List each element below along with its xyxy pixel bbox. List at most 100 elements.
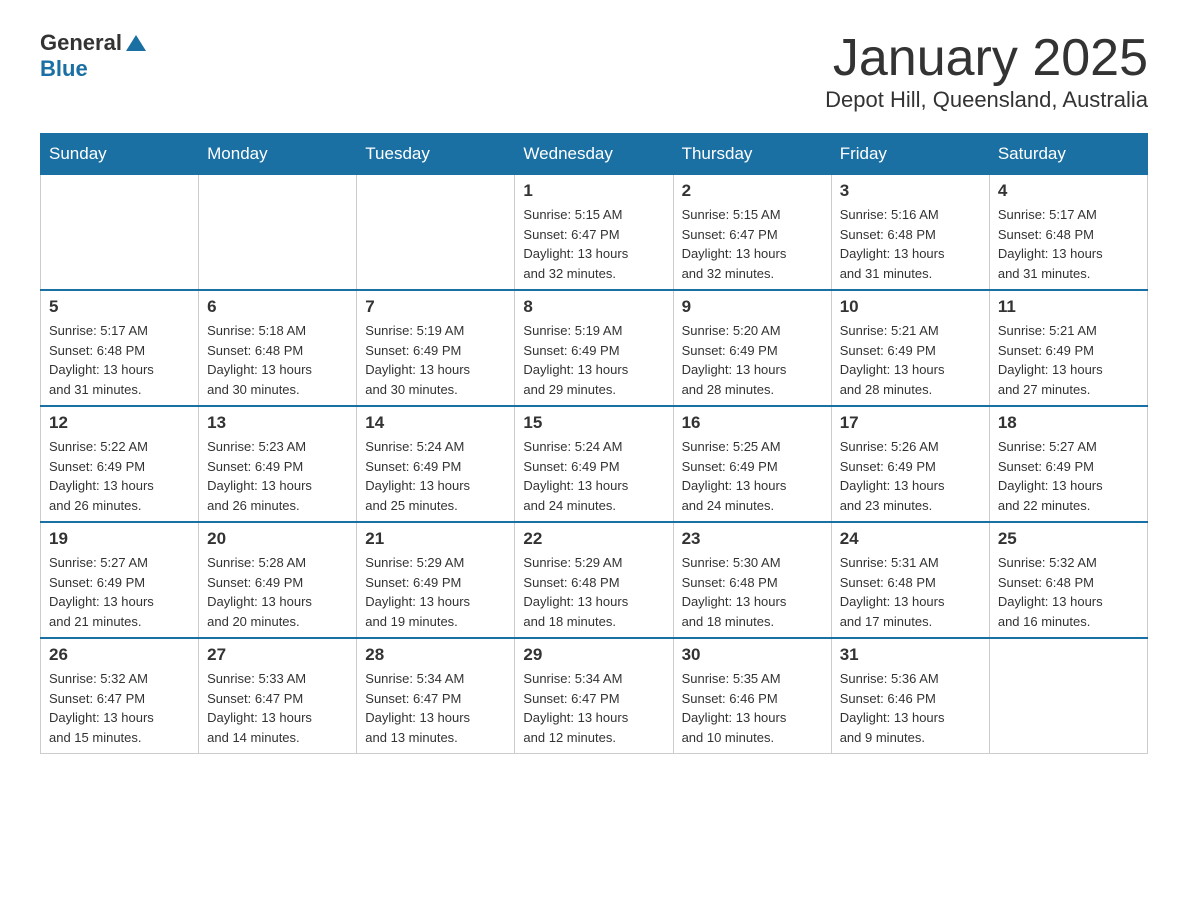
calendar-cell: 24 Sunrise: 5:31 AMSunset: 6:48 PMDayligh… [831,522,989,638]
day-header-monday: Monday [199,134,357,175]
day-info: Sunrise: 5:16 AMSunset: 6:48 PMDaylight:… [840,205,981,283]
day-number: 28 [365,645,506,665]
calendar-cell: 1Sunrise: 5:15 AMSunset: 6:47 PMDaylight… [515,175,673,291]
calendar-cell: 18Sunrise: 5:27 AMSunset: 6:49 PMDayligh… [989,406,1147,522]
calendar-cell: 10 Sunrise: 5:21 AMSunset: 6:49 PMDayligh… [831,290,989,406]
day-info: Sunrise: 5:24 AMSunset: 6:49 PMDaylight:… [365,437,506,515]
day-info: Sunrise: 5:27 AMSunset: 6:49 PMDaylight:… [49,553,190,631]
day-number: 27 [207,645,348,665]
calendar-cell: 22 Sunrise: 5:29 AMSunset: 6:48 PMDayligh… [515,522,673,638]
day-info: Sunrise: 5:19 AMSunset: 6:49 PMDaylight:… [365,321,506,399]
day-info: Sunrise: 5:26 AMSunset: 6:49 PMDaylight:… [840,437,981,515]
calendar-cell: 27 Sunrise: 5:33 AMSunset: 6:47 PMDayligh… [199,638,357,754]
calendar-cell: 3 Sunrise: 5:16 AMSunset: 6:48 PMDaylight… [831,175,989,291]
calendar-cell: 9 Sunrise: 5:20 AMSunset: 6:49 PMDaylight… [673,290,831,406]
day-info: Sunrise: 5:34 AMSunset: 6:47 PMDaylight:… [523,669,664,747]
day-info: Sunrise: 5:25 AMSunset: 6:49 PMDaylight:… [682,437,823,515]
day-number: 9 [682,297,823,317]
day-number: 15 [523,413,664,433]
calendar-cell [989,638,1147,754]
calendar-cell: 6 Sunrise: 5:18 AMSunset: 6:48 PMDaylight… [199,290,357,406]
day-header-friday: Friday [831,134,989,175]
day-number: 10 [840,297,981,317]
day-number: 7 [365,297,506,317]
day-info: Sunrise: 5:21 AMSunset: 6:49 PMDaylight:… [998,321,1139,399]
day-info: Sunrise: 5:19 AMSunset: 6:49 PMDaylight:… [523,321,664,399]
calendar-cell: 16Sunrise: 5:25 AMSunset: 6:49 PMDayligh… [673,406,831,522]
day-number: 26 [49,645,190,665]
day-number: 18 [998,413,1139,433]
day-info: Sunrise: 5:17 AMSunset: 6:48 PMDaylight:… [998,205,1139,283]
day-header-saturday: Saturday [989,134,1147,175]
calendar-cell: 25Sunrise: 5:32 AMSunset: 6:48 PMDayligh… [989,522,1147,638]
calendar-week-row: 1 Sunrise: 5:15 AMSunset: 6:47 PMDaylight… [41,175,1148,291]
day-info: Sunrise: 5:32 AMSunset: 6:47 PMDaylight:… [49,669,190,747]
day-number: 31 [840,645,981,665]
calendar-cell: 2 Sunrise: 5:15 AMSunset: 6:47 PMDaylight… [673,175,831,291]
day-info: Sunrise: 5:30 AMSunset: 6:48 PMDaylight:… [682,553,823,631]
calendar-cell: 28 Sunrise: 5:34 AMSunset: 6:47 PMDayligh… [357,638,515,754]
day-info: Sunrise: 5:15 AMSunset: 6:47 PMDaylight:… [682,205,823,283]
calendar-cell: 31 Sunrise: 5:36 AMSunset: 6:46 PMDayligh… [831,638,989,754]
day-header-sunday: Sunday [41,134,199,175]
day-number: 19 [49,529,190,549]
day-number: 12 [49,413,190,433]
day-header-thursday: Thursday [673,134,831,175]
calendar-cell: 14 Sunrise: 5:24 AMSunset: 6:49 PMDayligh… [357,406,515,522]
day-number: 3 [840,181,981,201]
calendar-cell: 4 Sunrise: 5:17 AMSunset: 6:48 PMDaylight… [989,175,1147,291]
day-info: Sunrise: 5:28 AMSunset: 6:49 PMDaylight:… [207,553,348,631]
calendar-cell: 21 Sunrise: 5:29 AMSunset: 6:49 PMDayligh… [357,522,515,638]
day-number: 14 [365,413,506,433]
day-header-wednesday: Wednesday [515,134,673,175]
day-info: Sunrise: 5:36 AMSunset: 6:46 PMDaylight:… [840,669,981,747]
page-header: General Blue January 2025 Depot Hill, Qu… [40,30,1148,113]
day-info: Sunrise: 5:33 AMSunset: 6:47 PMDaylight:… [207,669,348,747]
calendar-table: SundayMondayTuesdayWednesdayThursdayFrid… [40,133,1148,754]
calendar-cell: 7 Sunrise: 5:19 AMSunset: 6:49 PMDaylight… [357,290,515,406]
day-number: 22 [523,529,664,549]
calendar-header-row: SundayMondayTuesdayWednesdayThursdayFrid… [41,134,1148,175]
calendar-cell: 15 Sunrise: 5:24 AMSunset: 6:49 PMDayligh… [515,406,673,522]
month-title: January 2025 [825,30,1148,87]
day-number: 29 [523,645,664,665]
location-title: Depot Hill, Queensland, Australia [825,87,1148,113]
calendar-cell [199,175,357,291]
day-info: Sunrise: 5:29 AMSunset: 6:48 PMDaylight:… [523,553,664,631]
calendar-cell: 5Sunrise: 5:17 AMSunset: 6:48 PMDaylight… [41,290,199,406]
logo-general-text: General [40,30,122,56]
logo: General Blue [40,30,146,82]
calendar-cell [357,175,515,291]
calendar-cell: 13Sunrise: 5:23 AMSunset: 6:49 PMDayligh… [199,406,357,522]
day-number: 4 [998,181,1139,201]
logo-triangle-icon [126,33,146,53]
day-info: Sunrise: 5:18 AMSunset: 6:48 PMDaylight:… [207,321,348,399]
calendar-week-row: 12 Sunrise: 5:22 AMSunset: 6:49 PMDayligh… [41,406,1148,522]
day-number: 2 [682,181,823,201]
day-number: 11 [998,297,1139,317]
day-number: 20 [207,529,348,549]
day-number: 21 [365,529,506,549]
day-number: 5 [49,297,190,317]
calendar-week-row: 26 Sunrise: 5:32 AMSunset: 6:47 PMDayligh… [41,638,1148,754]
day-number: 1 [523,181,664,201]
calendar-cell: 11 Sunrise: 5:21 AMSunset: 6:49 PMDayligh… [989,290,1147,406]
day-number: 8 [523,297,664,317]
day-info: Sunrise: 5:34 AMSunset: 6:47 PMDaylight:… [365,669,506,747]
day-info: Sunrise: 5:24 AMSunset: 6:49 PMDaylight:… [523,437,664,515]
day-info: Sunrise: 5:22 AMSunset: 6:49 PMDaylight:… [49,437,190,515]
day-number: 24 [840,529,981,549]
day-info: Sunrise: 5:20 AMSunset: 6:49 PMDaylight:… [682,321,823,399]
calendar-cell: 17Sunrise: 5:26 AMSunset: 6:49 PMDayligh… [831,406,989,522]
calendar-cell: 23Sunrise: 5:30 AMSunset: 6:48 PMDayligh… [673,522,831,638]
calendar-week-row: 19 Sunrise: 5:27 AMSunset: 6:49 PMDayligh… [41,522,1148,638]
day-info: Sunrise: 5:21 AMSunset: 6:49 PMDaylight:… [840,321,981,399]
day-number: 6 [207,297,348,317]
calendar-cell: 30Sunrise: 5:35 AMSunset: 6:46 PMDayligh… [673,638,831,754]
day-info: Sunrise: 5:31 AMSunset: 6:48 PMDaylight:… [840,553,981,631]
calendar-cell: 26 Sunrise: 5:32 AMSunset: 6:47 PMDayligh… [41,638,199,754]
calendar-cell: 29 Sunrise: 5:34 AMSunset: 6:47 PMDayligh… [515,638,673,754]
day-info: Sunrise: 5:29 AMSunset: 6:49 PMDaylight:… [365,553,506,631]
calendar-cell: 19 Sunrise: 5:27 AMSunset: 6:49 PMDayligh… [41,522,199,638]
day-number: 30 [682,645,823,665]
